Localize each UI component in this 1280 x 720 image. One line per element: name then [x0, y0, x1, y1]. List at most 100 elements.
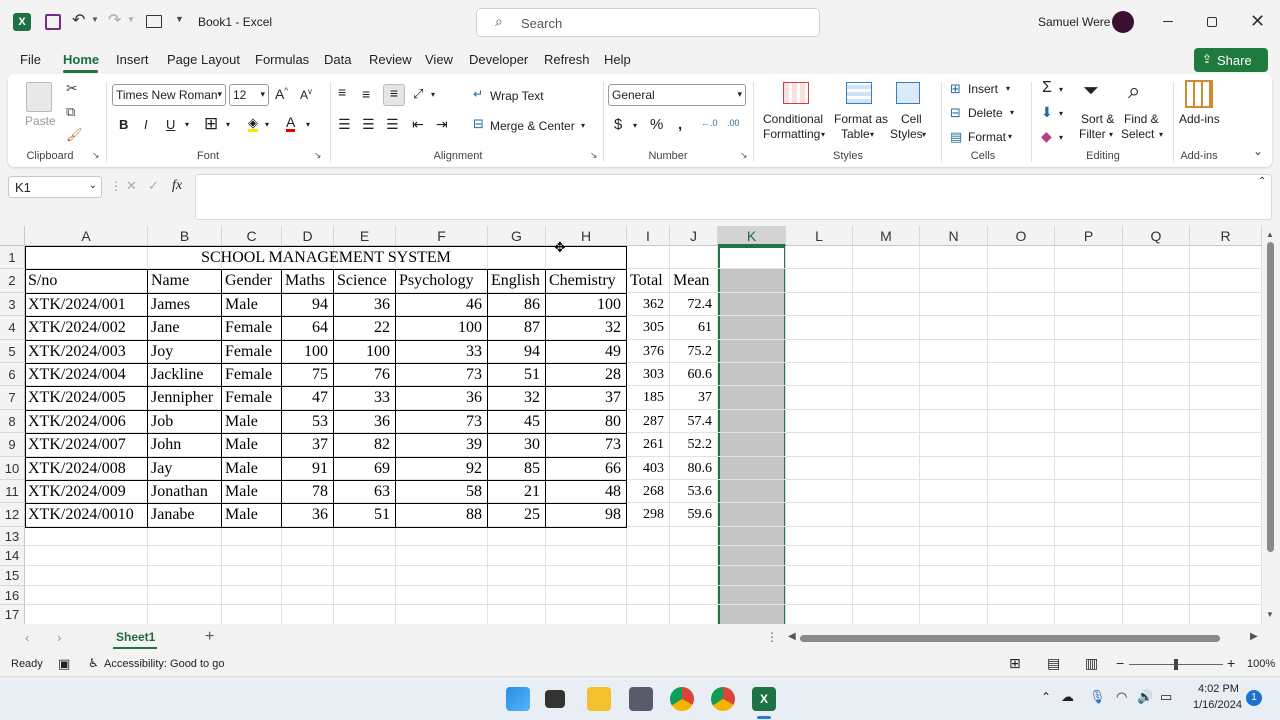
data-cell[interactable]: 94: [491, 340, 543, 363]
data-cell[interactable]: 28: [549, 363, 624, 386]
chevron-down-icon[interactable]: ▾: [1059, 85, 1063, 94]
column-header-g[interactable]: G: [488, 226, 546, 246]
chevron-down-icon[interactable]: ▾: [1059, 133, 1063, 142]
data-cell[interactable]: 85: [491, 457, 543, 480]
row-header-15[interactable]: 15: [0, 566, 25, 586]
data-cell[interactable]: 33: [337, 386, 393, 409]
chevron-down-icon[interactable]: ▾: [226, 120, 230, 129]
font-name-select[interactable]: Times New Roman ▾: [112, 84, 226, 106]
data-cell[interactable]: Male: [225, 433, 279, 456]
customize-qat-icon[interactable]: ▼: [175, 14, 184, 24]
number-format-select[interactable]: General ▾: [608, 84, 746, 106]
row-header-14[interactable]: 14: [0, 546, 25, 566]
align-top-icon[interactable]: ≡: [338, 84, 346, 100]
conditional-formatting-button[interactable]: Conditional: [763, 112, 823, 126]
row-header-6[interactable]: 6: [0, 363, 25, 387]
data-cell[interactable]: Female: [225, 363, 279, 386]
enter-icon[interactable]: ✓: [148, 178, 159, 194]
percent-icon[interactable]: %: [650, 116, 663, 133]
find-select-button[interactable]: Find &: [1124, 112, 1159, 126]
share-button[interactable]: ⇪ Share: [1194, 48, 1268, 72]
expand-formula-icon[interactable]: ⌃: [1258, 176, 1266, 187]
tab-data[interactable]: Data: [324, 52, 351, 67]
zoom-in-icon[interactable]: +: [1227, 655, 1235, 671]
active-cell-k1[interactable]: [720, 248, 784, 270]
data-cell[interactable]: 53: [285, 410, 331, 433]
data-cell[interactable]: Female: [225, 340, 279, 363]
wrap-text-button[interactable]: Wrap Text: [490, 89, 544, 103]
data-cell[interactable]: 48: [549, 480, 624, 503]
chevron-down-icon[interactable]: ▾: [1010, 108, 1014, 117]
chevron-down-icon[interactable]: ▾: [1006, 84, 1010, 93]
zoom-level[interactable]: 100%: [1247, 658, 1275, 670]
merge-center-button[interactable]: Merge & Center: [490, 119, 575, 133]
data-cell[interactable]: 261: [630, 433, 667, 456]
data-cell[interactable]: Joy: [151, 340, 219, 363]
borders-icon[interactable]: ⊞: [204, 114, 218, 134]
cell-styles-button[interactable]: Cell: [901, 112, 922, 126]
data-cell[interactable]: 403: [630, 457, 667, 480]
column-header-a[interactable]: A: [25, 226, 148, 246]
underline-icon[interactable]: U: [166, 117, 175, 132]
formula-input[interactable]: [195, 174, 1272, 220]
header-cell[interactable]: Science: [337, 269, 393, 292]
data-cell[interactable]: 100: [337, 340, 393, 363]
data-cell[interactable]: 100: [285, 340, 331, 363]
close-icon[interactable]: ✕: [1250, 11, 1265, 32]
restore-icon[interactable]: [1207, 17, 1217, 27]
row-header-8[interactable]: 8: [0, 409, 25, 434]
chevron-down-icon[interactable]: ▾: [185, 120, 189, 129]
insert-function-icon[interactable]: fx: [172, 178, 182, 194]
data-cell[interactable]: Janabe: [151, 503, 219, 526]
font-color-icon[interactable]: A: [286, 115, 296, 132]
task-view-icon[interactable]: [545, 690, 565, 708]
chevron-down-icon[interactable]: ▾: [306, 120, 310, 129]
chevron-down-icon[interactable]: ▾: [431, 90, 435, 99]
data-cell[interactable]: 37: [549, 386, 624, 409]
data-cell[interactable]: Jennipher: [151, 386, 219, 409]
merge-center-icon[interactable]: ⊟: [473, 116, 484, 132]
header-cell[interactable]: S/no: [28, 269, 145, 292]
row-header-3[interactable]: 3: [0, 292, 25, 317]
page-break-view-icon[interactable]: ▥: [1085, 655, 1098, 672]
data-cell[interactable]: 80.6: [673, 457, 715, 480]
data-cell[interactable]: 69: [337, 457, 393, 480]
data-cell[interactable]: 303: [630, 363, 667, 386]
scroll-left-icon[interactable]: ◀: [788, 631, 796, 642]
data-cell[interactable]: 37: [673, 386, 715, 409]
data-cell[interactable]: 268: [630, 480, 667, 503]
data-cell[interactable]: 36: [337, 410, 393, 433]
row-header-12[interactable]: 12: [0, 503, 25, 527]
data-cell[interactable]: 87: [491, 316, 543, 339]
data-cell[interactable]: 73: [549, 433, 624, 456]
data-cell[interactable]: 298: [630, 503, 667, 526]
data-cell[interactable]: 78: [285, 480, 331, 503]
search-box[interactable]: ⌕ Search: [476, 8, 820, 37]
align-left-icon[interactable]: ☰: [338, 116, 351, 133]
data-cell[interactable]: 39: [399, 433, 485, 456]
row-header-5[interactable]: 5: [0, 339, 25, 363]
chevron-down-icon[interactable]: ▾: [265, 120, 269, 129]
align-bottom-icon[interactable]: ≡: [383, 84, 405, 106]
conditional-formatting-button-2[interactable]: Formatting: [763, 127, 820, 141]
tab-refresh[interactable]: Refresh: [544, 52, 590, 67]
row-header-10[interactable]: 10: [0, 456, 25, 480]
data-cell[interactable]: 100: [549, 293, 624, 316]
column-header-m[interactable]: M: [853, 226, 920, 246]
name-box[interactable]: K1 ⌄: [8, 176, 102, 198]
align-right-icon[interactable]: ☰: [386, 116, 399, 133]
sheet-tab-sheet1[interactable]: Sheet1: [116, 630, 155, 644]
row-header-7[interactable]: 7: [0, 386, 25, 410]
redo-icon[interactable]: ↷: [108, 10, 121, 30]
vertical-scrollbar[interactable]: ▲ ▼: [1262, 226, 1280, 624]
data-cell[interactable]: 100: [399, 316, 485, 339]
column-header-p[interactable]: P: [1055, 226, 1123, 246]
data-cell[interactable]: 47: [285, 386, 331, 409]
header-cell[interactable]: Chemistry: [549, 269, 624, 292]
data-cell[interactable]: 59.6: [673, 503, 715, 526]
data-cell[interactable]: 73: [399, 363, 485, 386]
data-cell[interactable]: James: [151, 293, 219, 316]
header-cell[interactable]: English: [491, 269, 543, 292]
font-size-select[interactable]: 12 ▾: [229, 84, 269, 106]
data-cell[interactable]: XTK/2024/007: [28, 433, 145, 456]
